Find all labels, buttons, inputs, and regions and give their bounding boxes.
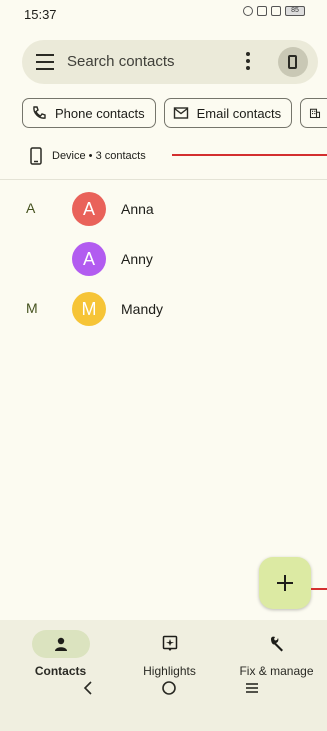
phone-contacts-label: Phone contacts	[55, 105, 145, 121]
account-header[interactable]: Device • 3 contacts	[30, 147, 146, 165]
tab-contacts-indicator	[31, 630, 90, 658]
contact-name: Anny	[121, 251, 153, 267]
email-contacts-chip[interactable]: Email contacts	[163, 98, 293, 128]
menu-icon[interactable]	[36, 54, 54, 70]
section-letter: M	[26, 300, 38, 316]
home-icon[interactable]	[157, 678, 181, 698]
no-signal-icon-2	[271, 6, 281, 16]
avatar: A	[72, 192, 106, 226]
avatar: M	[72, 292, 106, 326]
recents-icon[interactable]	[240, 678, 264, 698]
system-navigation	[0, 672, 327, 702]
status-icons: 85	[243, 6, 305, 16]
more-options-icon[interactable]	[246, 52, 250, 72]
contact-row-anna[interactable]: A A Anna	[0, 189, 327, 229]
search-input[interactable]: Search contacts	[67, 53, 175, 70]
highlights-icon	[162, 635, 177, 651]
device-icon	[30, 147, 42, 165]
phone-contacts-chip[interactable]: Phone contacts	[22, 98, 156, 128]
contact-name: Anna	[121, 201, 154, 217]
status-time: 15:37	[24, 7, 57, 22]
account-device-button[interactable]	[278, 47, 308, 77]
accent-divider	[172, 154, 327, 156]
email-contacts-label: Email contacts	[196, 105, 282, 121]
building-icon	[310, 108, 321, 119]
tab-contacts[interactable]: Contacts	[6, 630, 115, 678]
section-letter: A	[26, 200, 36, 216]
battery-icon: 85	[285, 6, 305, 16]
contact-row-anny[interactable]: A Anny	[0, 239, 327, 279]
list-divider	[0, 179, 327, 180]
status-bar: 15:37 85	[0, 0, 327, 28]
contact-row-mandy[interactable]: M M Mandy	[0, 289, 327, 329]
filter-chips: Phone contacts Email contacts	[22, 98, 327, 128]
person-icon	[54, 637, 67, 651]
organization-chip[interactable]	[300, 98, 327, 128]
vibrate-icon	[243, 6, 253, 16]
accent-pointer	[311, 588, 327, 590]
phone-icon	[33, 106, 46, 119]
no-signal-icon	[257, 6, 267, 16]
avatar: A	[72, 242, 106, 276]
tab-fix-manage[interactable]: Fix & manage	[222, 630, 327, 678]
wrench-icon	[270, 636, 283, 652]
search-bar[interactable]: Search contacts	[22, 40, 318, 84]
add-contact-button[interactable]	[259, 557, 311, 609]
tab-highlights[interactable]: Highlights	[115, 630, 224, 678]
tab-fix-manage-indicator	[248, 630, 306, 658]
contact-name: Mandy	[121, 301, 164, 317]
email-icon	[173, 107, 188, 119]
tab-highlights-indicator	[141, 630, 199, 658]
account-header-label: Device • 3 contacts	[52, 150, 146, 162]
back-icon[interactable]	[76, 678, 100, 698]
